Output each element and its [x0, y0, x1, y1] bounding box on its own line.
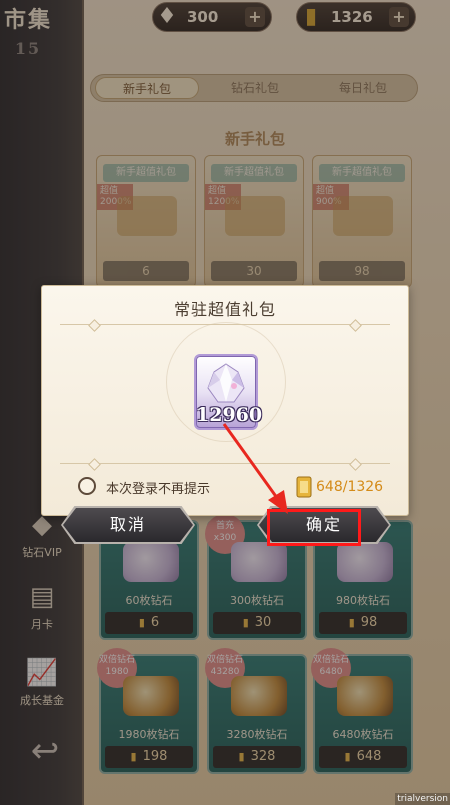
no-remind-label: 本次登录不再提示: [106, 482, 211, 497]
cost-text: 648/1326: [316, 479, 384, 495]
dialog-title: 常驻超值礼包: [173, 300, 276, 319]
no-remind-checkbox[interactable]: [78, 477, 96, 495]
pointer-arrow-icon: [222, 423, 288, 514]
cancel-button[interactable]: 取消: [63, 508, 193, 542]
diamond-crystal-icon: [207, 363, 245, 403]
trial-watermark: trialversion: [395, 793, 450, 805]
divider: [60, 324, 390, 325]
